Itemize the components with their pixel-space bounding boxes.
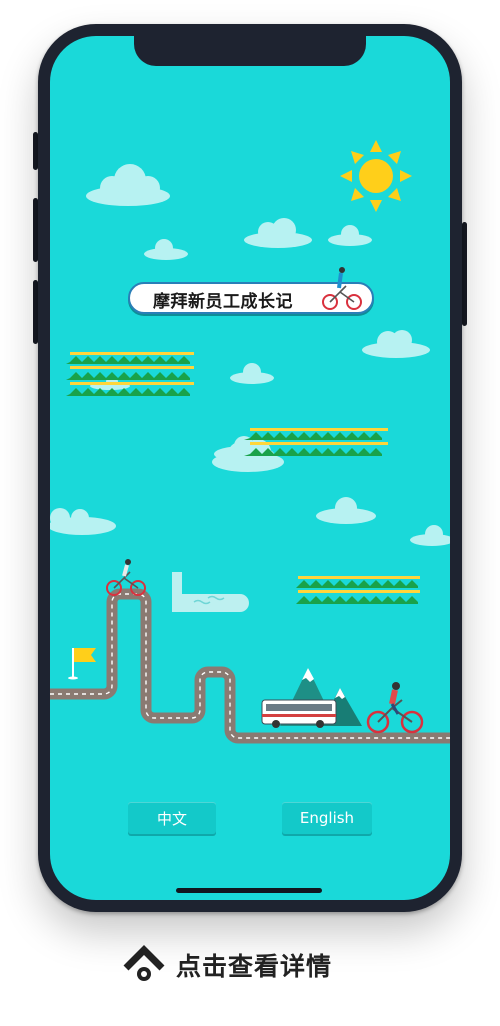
cloud bbox=[316, 497, 376, 524]
app-title: 摩拜新员工成长记 bbox=[153, 292, 293, 312]
cloud bbox=[144, 239, 188, 260]
crop-field bbox=[244, 428, 388, 456]
phone-screen: 摩拜新员工成长记 中文 English bbox=[50, 36, 450, 900]
power-button bbox=[462, 222, 467, 326]
english-button[interactable]: English bbox=[282, 802, 372, 834]
flag-icon bbox=[68, 648, 96, 680]
game-scene bbox=[50, 140, 450, 744]
view-details-label: 点击查看详情 bbox=[176, 952, 333, 981]
road bbox=[50, 588, 450, 744]
bus-icon bbox=[261, 699, 337, 728]
cloud bbox=[230, 363, 274, 384]
home-indicator[interactable] bbox=[176, 888, 322, 893]
cloud bbox=[86, 164, 170, 206]
app-title-banner: 摩拜新员工成长记 bbox=[128, 267, 374, 314]
cloud bbox=[328, 225, 372, 246]
cloud bbox=[244, 218, 312, 248]
crop-field bbox=[66, 352, 194, 396]
view-details-link[interactable]: 点击查看详情 bbox=[120, 944, 332, 986]
cloud bbox=[50, 508, 116, 535]
lake bbox=[172, 572, 249, 612]
cyclist-icon bbox=[322, 267, 362, 310]
notch bbox=[134, 36, 366, 66]
chinese-button[interactable]: 中文 bbox=[128, 802, 216, 834]
cyclist-icon bbox=[366, 682, 424, 734]
arrow-up-icon bbox=[123, 945, 165, 981]
sun-icon bbox=[340, 140, 412, 212]
stage: 摩拜新员工成长记 中文 English 点击查看详情 bbox=[0, 0, 500, 1026]
cloud bbox=[362, 330, 430, 358]
crop-field bbox=[296, 576, 420, 604]
cloud bbox=[410, 525, 450, 546]
